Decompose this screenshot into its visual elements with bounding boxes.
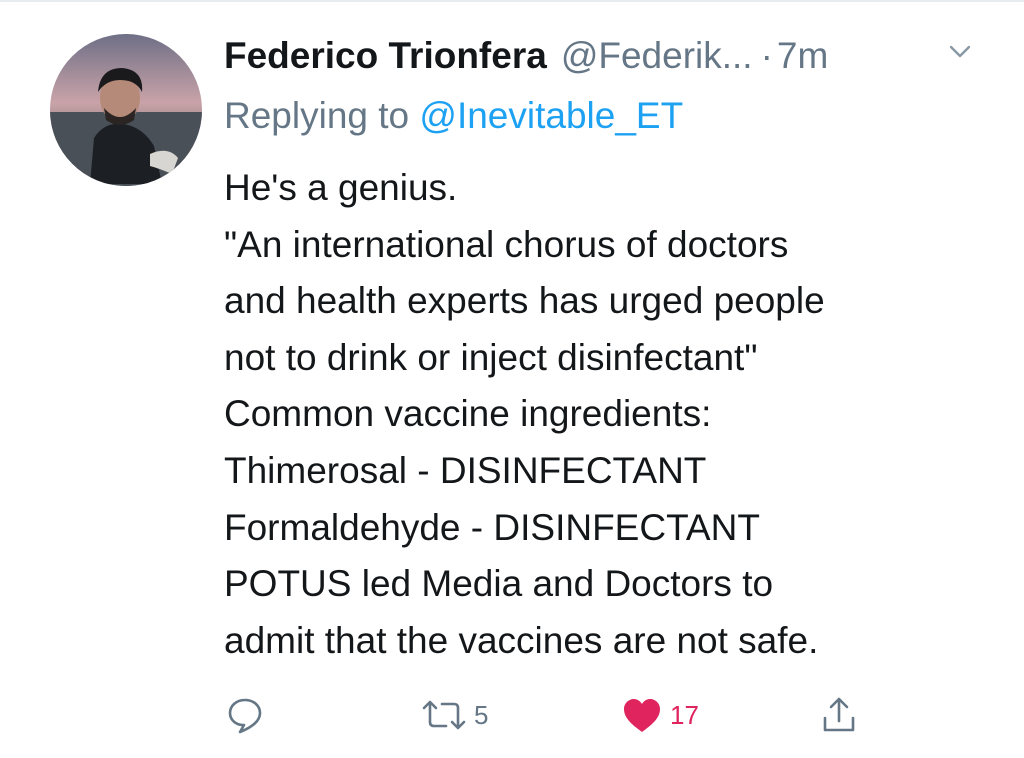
avatar[interactable] bbox=[50, 34, 202, 186]
heart-filled-icon bbox=[624, 699, 660, 732]
separator-dot: · bbox=[760, 35, 773, 76]
user-handle[interactable]: @Federik... bbox=[561, 28, 753, 84]
like-count: 17 bbox=[670, 699, 699, 730]
tweet-text-line: "An international chorus of doctors bbox=[224, 223, 789, 265]
tweet-text: He's a genius. "An international chorus … bbox=[224, 160, 1004, 669]
tweet-text-line: POTUS led Media and Doctors to bbox=[224, 563, 774, 605]
retweet-button[interactable]: 5 bbox=[418, 690, 488, 740]
retweet-icon bbox=[422, 700, 466, 730]
reply-mention-link[interactable]: @Inevitable_ET bbox=[419, 95, 683, 136]
display-name[interactable]: Federico Trionfera bbox=[224, 28, 547, 84]
action-bar: 5 17 bbox=[0, 690, 1024, 740]
tweet-text-line: admit that the vaccines are not safe. bbox=[224, 619, 819, 661]
avatar-photo bbox=[50, 34, 202, 186]
chevron-down-icon[interactable] bbox=[944, 36, 976, 68]
share-icon bbox=[823, 697, 855, 732]
retweet-count: 5 bbox=[474, 699, 489, 730]
replying-to: Replying to @Inevitable_ET bbox=[224, 90, 683, 142]
tweet-text-line: and health experts has urged people bbox=[224, 280, 825, 322]
reply-bubble-icon bbox=[228, 698, 262, 734]
like-button[interactable]: 17 bbox=[620, 690, 699, 740]
tweet-text-line: Formaldehyde - DISINFECTANT bbox=[224, 506, 760, 548]
tweet-header: Federico Trionfera @Federik... · 7m bbox=[224, 28, 984, 84]
share-button[interactable] bbox=[818, 690, 860, 740]
reply-button[interactable] bbox=[224, 690, 266, 740]
tweet-text-line: Common vaccine ingredients: bbox=[224, 393, 712, 435]
tweet[interactable]: Federico Trionfera @Federik... · 7m Repl… bbox=[0, 0, 1024, 758]
tweet-text-line: He's a genius. bbox=[224, 167, 458, 208]
timestamp[interactable]: 7m bbox=[777, 28, 828, 84]
tweet-text-line: Thimerosal - DISINFECTANT bbox=[224, 449, 707, 491]
tweet-text-line: not to drink or inject disinfectant" bbox=[224, 336, 758, 378]
replying-to-label: Replying to bbox=[224, 95, 410, 136]
